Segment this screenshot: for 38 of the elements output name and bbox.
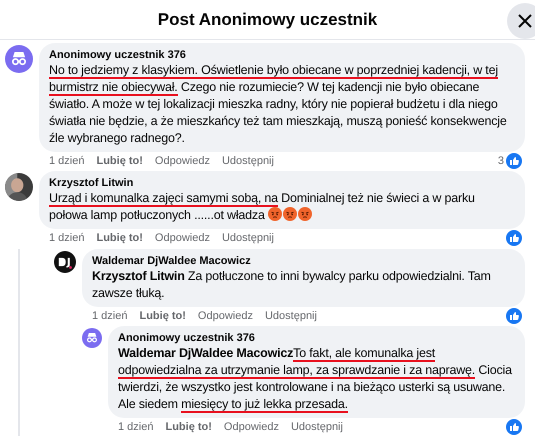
comment-time[interactable]: 1 dzień	[49, 230, 84, 246]
like-link[interactable]: Lubię to!	[165, 418, 212, 436]
close-button[interactable]	[507, 3, 535, 39]
comment-author[interactable]: Krzysztof Litwin	[49, 176, 515, 190]
comment-text: Waldemar DjWaldee MacowiczTo fakt, ale komunalka jest odpowiedzialna za utrzymanie lamp, za sprawdzanie i za naprawę. Ciocia twierdzi, że wszystko jest kontrolowane i na bieżąco usterki są usuwane. Ale siedem miesięcy to już lekka przesada.	[118, 345, 514, 413]
like-link[interactable]: Lubię to!	[96, 230, 143, 246]
share-link[interactable]: Udostępnij	[290, 418, 343, 436]
comment-text: Urząd i komunalka zajęci samymi sobą, na Dominialnej też nie świeci a w parku połowa lamp potłuczonych ......ot władza	[49, 190, 476, 224]
like-link[interactable]: Lubię to!	[139, 308, 186, 324]
dialog-title: Post Anonimowy uczestnik	[158, 8, 378, 31]
comment-time[interactable]: 1 dzień	[49, 152, 84, 170]
share-link[interactable]: Udostępnij	[264, 308, 317, 324]
comment-author[interactable]: Anonimowy uczestnik 376	[49, 48, 515, 62]
angry-face-icon	[268, 207, 282, 221]
comment-time[interactable]: 1 dzień	[92, 308, 128, 324]
share-link[interactable]: Udostępnij	[222, 152, 274, 170]
angry-face-icon	[298, 207, 312, 221]
thumbs-up-icon	[506, 308, 522, 324]
comment-text: Krzysztof Litwin Za potłuczone to inni bywalcy parku odpowiedzialni. Tam zawsze tłuką.	[92, 268, 492, 302]
incognito-avatar-icon	[5, 45, 33, 73]
thumbs-up-icon	[506, 419, 522, 435]
comment-text: No to jedziemy z klasykiem. Oświetlenie było obiecane w poprzedniej kadencji, w tej burmistrz nie obiecywał. Czego nie rozumiecie? W tej kadencji nie było obiecane światło. A może w tej lokalizacji mieszka radny, który nie popierał budżetu i dla niego światła nie będzie, a że mieszkańcy też tam mieszkają, muszą ponieść konsekwencje źle wybranego radnego?.	[49, 62, 508, 147]
reply-link[interactable]: Odpowiedz	[198, 308, 253, 324]
like-link[interactable]: Lubię to!	[96, 152, 143, 170]
reaction-count: 3	[498, 154, 504, 169]
thumbs-up-icon	[506, 230, 522, 246]
reply-link[interactable]: Odpowiedz	[224, 418, 279, 436]
reply-link[interactable]: Odpowiedz	[154, 230, 210, 246]
incognito-avatar-icon	[82, 328, 102, 348]
close-icon	[518, 14, 532, 28]
share-link[interactable]: Udostępnij	[222, 230, 274, 246]
thumbs-up-icon	[506, 153, 522, 169]
comment-author[interactable]: Anonimowy uczestnik 376	[118, 331, 515, 345]
reply-link[interactable]: Odpowiedz	[154, 152, 210, 170]
comment-author[interactable]: Waldemar DjWaldee Macowicz	[92, 254, 515, 268]
comment-time[interactable]: 1 dzień	[118, 418, 154, 436]
angry-face-icon	[283, 207, 298, 221]
logo-avatar-icon	[54, 251, 76, 273]
